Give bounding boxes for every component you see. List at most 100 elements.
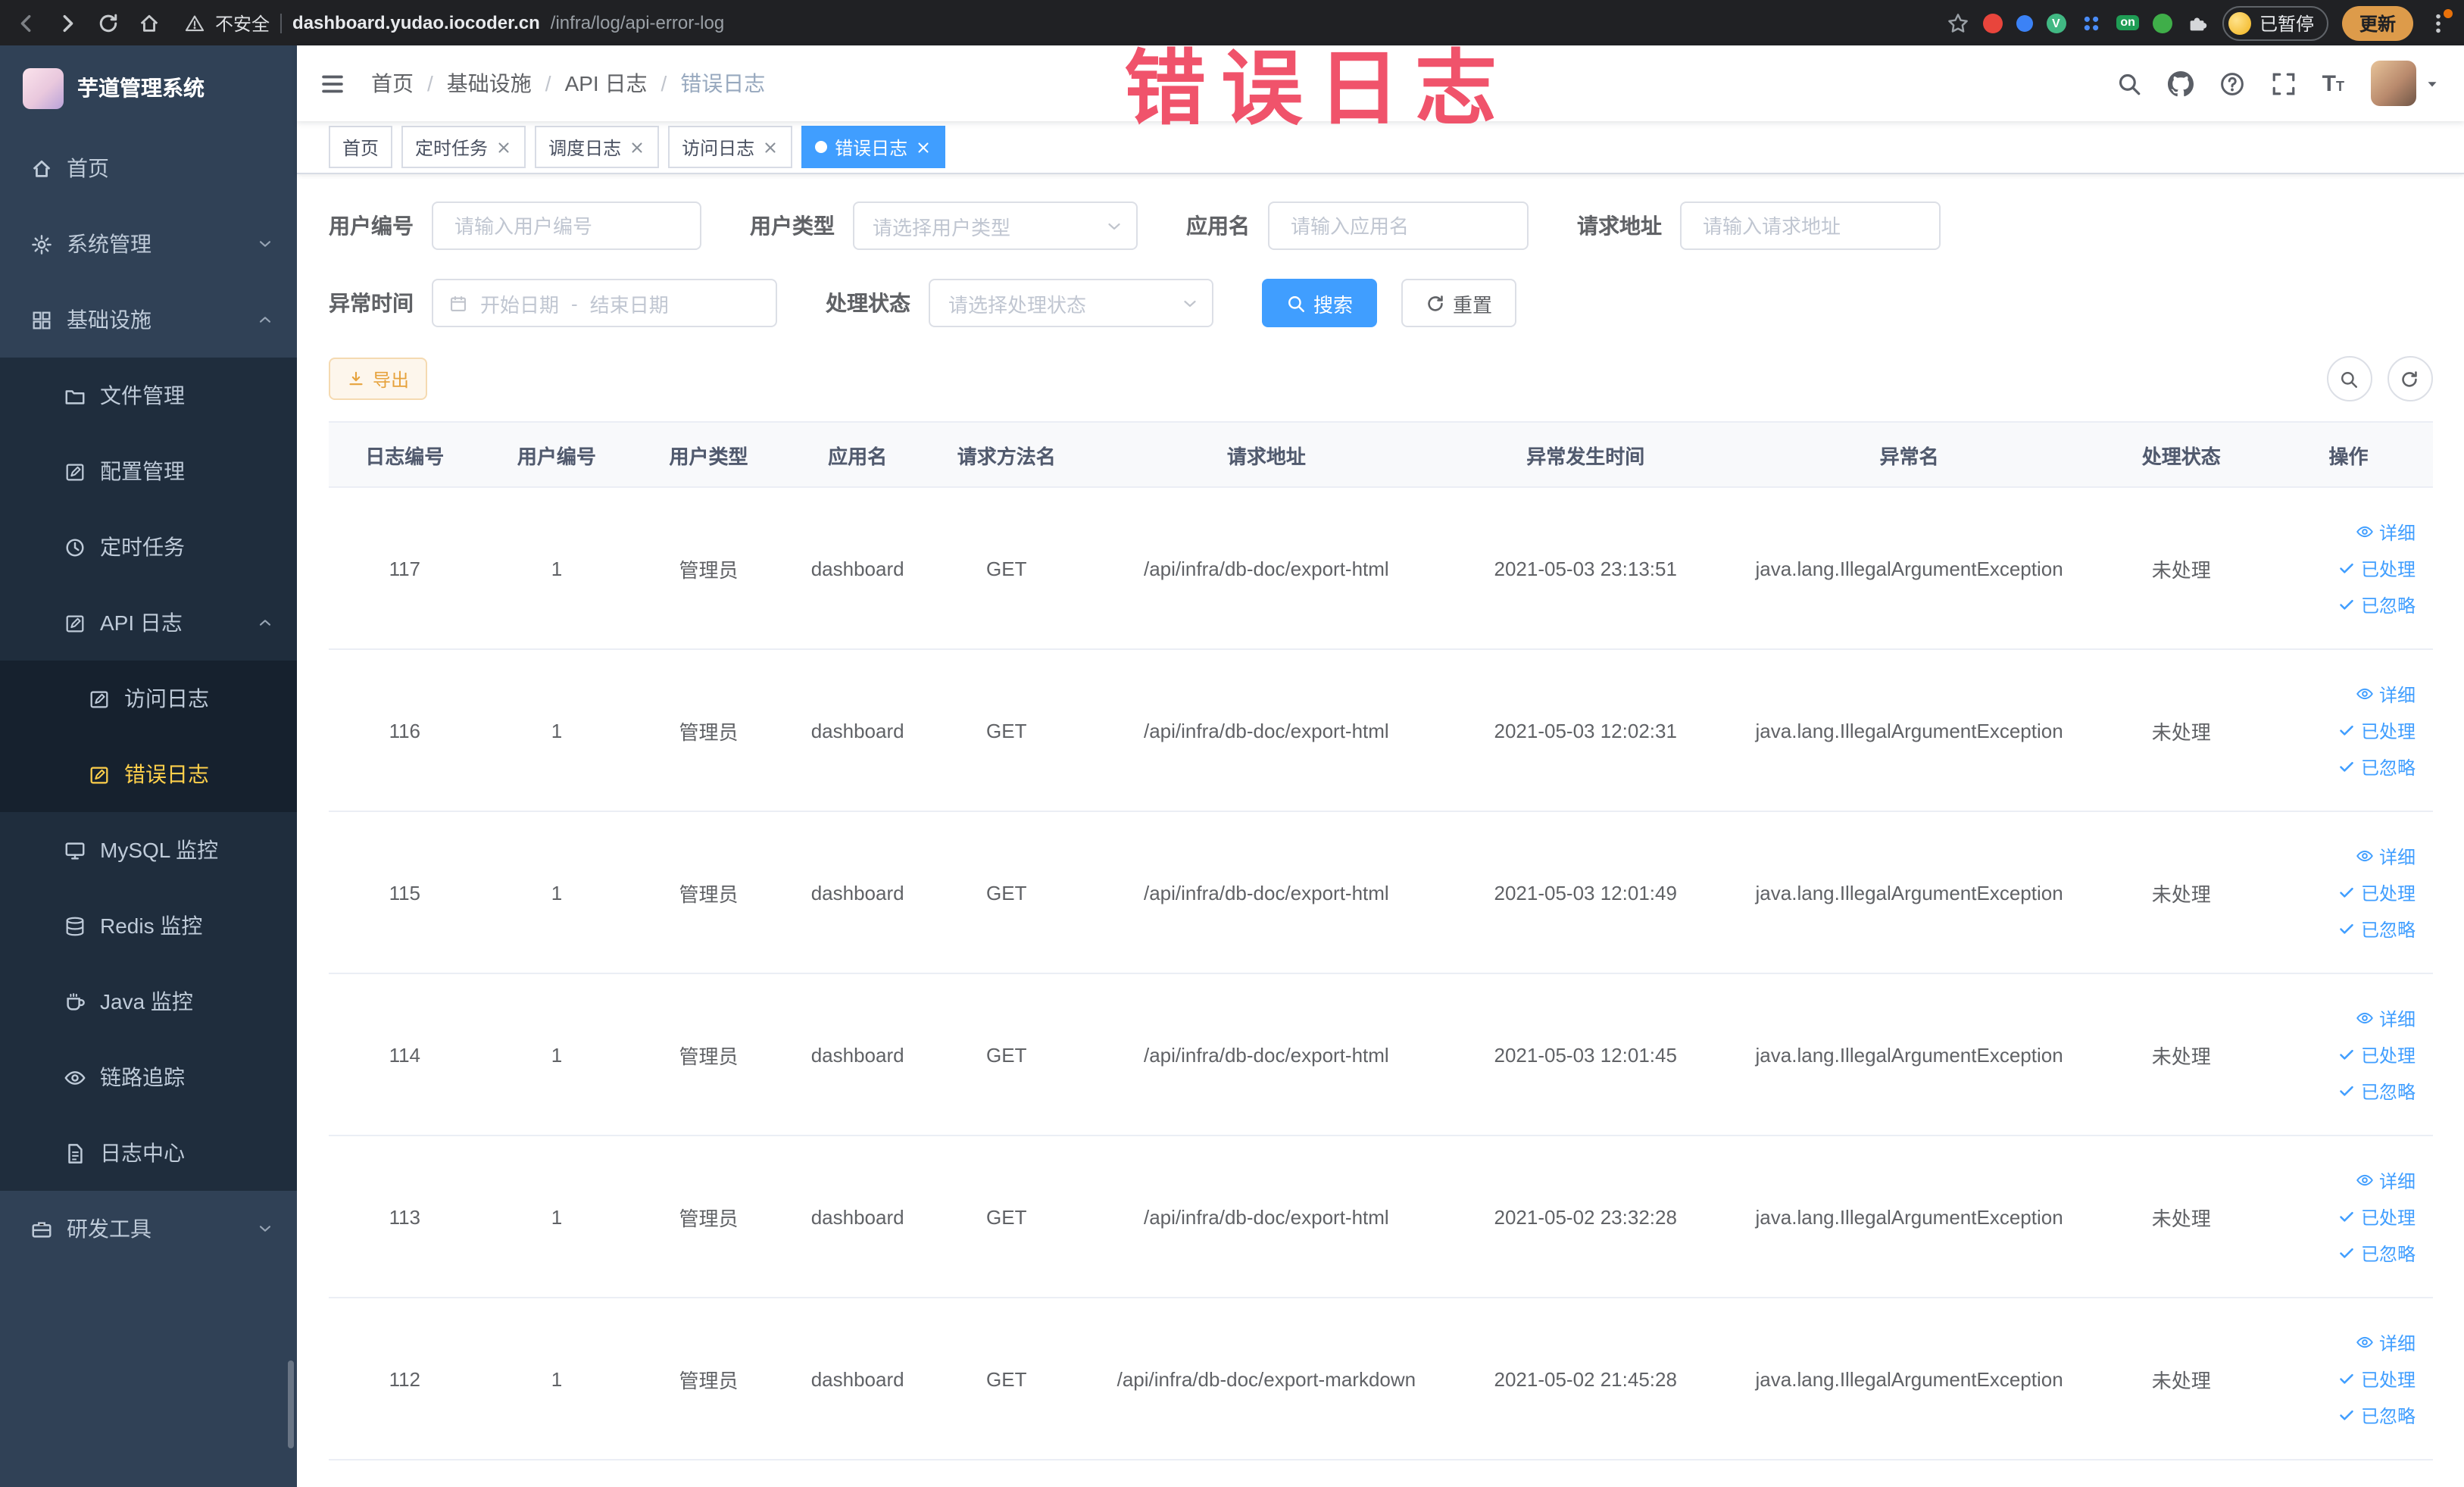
cell-actions: 详细 已处理 已忽略 [2265, 487, 2432, 650]
detail-link[interactable]: 详细 [2356, 843, 2416, 869]
cell-user-type: 管理员 [632, 811, 785, 974]
tab-home[interactable]: 首页 [329, 126, 393, 168]
user-menu[interactable] [2370, 61, 2440, 106]
ignored-link[interactable]: 已忽略 [2338, 1078, 2416, 1104]
user-type-select[interactable]: 请选择用户类型 [853, 201, 1138, 250]
breadcrumb-infrastructure[interactable]: 基础设施 [447, 68, 532, 98]
request-url-input[interactable] [1700, 213, 1921, 239]
ignored-link[interactable]: 已忽略 [2338, 1402, 2416, 1428]
processed-link[interactable]: 已处理 [2338, 879, 2416, 905]
sidebar-logo[interactable]: 芋道管理系统 [0, 45, 297, 130]
extension-on-badge[interactable]: on [2116, 15, 2140, 30]
document-icon [88, 687, 111, 710]
extension-icon-blue[interactable] [2016, 14, 2033, 31]
ignored-link[interactable]: 已忽略 [2338, 592, 2416, 617]
sidebar-item-infrastructure[interactable]: 基础设施 [0, 282, 297, 358]
browser-home-icon[interactable] [138, 11, 161, 34]
sidebar-item-access-log[interactable]: 访问日志 [0, 661, 297, 736]
process-status-select[interactable]: 请选择处理状态 [929, 279, 1213, 327]
sidebar-item-home[interactable]: 首页 [0, 130, 297, 206]
detail-link[interactable]: 详细 [2356, 519, 2416, 545]
export-button-label: 导出 [373, 369, 410, 390]
error-log-table: 日志编号 用户编号 用户类型 应用名 请求方法名 请求地址 异常发生时间 异常名… [329, 421, 2432, 1460]
breadcrumb-home[interactable]: 首页 [371, 68, 414, 98]
chevron-down-icon [256, 235, 274, 253]
chrome-update-button[interactable]: 更新 [2342, 5, 2412, 40]
browser-menu-icon[interactable] [2426, 8, 2452, 34]
breadcrumb-error-log: 错误日志 [680, 71, 766, 95]
close-icon[interactable] [495, 139, 512, 155]
cell-status: 未处理 [2097, 1298, 2266, 1460]
bookmark-star-icon[interactable] [1946, 11, 1969, 34]
sidebar-item-redis-monitor[interactable]: Redis 监控 [0, 888, 297, 964]
header-search-icon[interactable] [2116, 70, 2142, 96]
sidebar-item-scheduled-tasks[interactable]: 定时任务 [0, 509, 297, 585]
ignored-link[interactable]: 已忽略 [2338, 916, 2416, 942]
processed-link[interactable]: 已处理 [2338, 717, 2416, 743]
processed-link[interactable]: 已处理 [2338, 1042, 2416, 1067]
sidebar-item-error-log[interactable]: 错误日志 [0, 736, 297, 812]
browser-back-icon[interactable] [15, 11, 38, 34]
extension-icon-green[interactable] [2153, 13, 2173, 33]
processed-link[interactable]: 已处理 [2338, 555, 2416, 581]
search-button[interactable]: 搜索 [1262, 279, 1378, 327]
help-icon[interactable] [2219, 70, 2245, 96]
cell-exception-time: 2021-05-03 23:13:51 [1450, 487, 1721, 650]
tab-access-log[interactable]: 访问日志 [668, 126, 793, 168]
extension-grid-dots-icon[interactable] [2079, 11, 2102, 34]
font-size-icon[interactable]: TT [2322, 72, 2344, 95]
filter-user-type: 用户类型 请选择用户类型 [750, 201, 1138, 250]
browser-forward-icon[interactable] [56, 11, 79, 34]
tab-scheduled-tasks[interactable]: 定时任务 [401, 126, 526, 168]
refresh-button[interactable] [2387, 356, 2432, 401]
sidebar-item-system-management[interactable]: 系统管理 [0, 206, 297, 282]
app-name-input[interactable] [1288, 213, 1509, 239]
sidebar-item-java-monitor[interactable]: Java 监控 [0, 964, 297, 1039]
export-button[interactable]: 导出 [329, 358, 428, 400]
sidebar-filler [0, 1312, 297, 1487]
filter-label: 应用名 [1186, 214, 1250, 238]
eye-icon [2356, 523, 2375, 541]
processed-link[interactable]: 已处理 [2338, 1204, 2416, 1229]
processed-link[interactable]: 已处理 [2338, 1366, 2416, 1392]
detail-link[interactable]: 详细 [2356, 1167, 2416, 1193]
sidebar-item-mysql-monitor[interactable]: MySQL 监控 [0, 812, 297, 888]
cell-method: GET [930, 1136, 1083, 1298]
detail-link[interactable]: 详细 [2356, 681, 2416, 707]
close-icon[interactable] [629, 139, 645, 155]
fullscreen-icon[interactable] [2271, 70, 2297, 96]
extensions-puzzle-icon[interactable] [2187, 11, 2209, 34]
ignored-link[interactable]: 已忽略 [2338, 754, 2416, 779]
sidebar-item-log-center[interactable]: 日志中心 [0, 1115, 297, 1191]
breadcrumb-api-log[interactable]: API 日志 [565, 68, 648, 98]
cell-method: GET [930, 1298, 1083, 1460]
tab-dispatch-log[interactable]: 调度日志 [535, 126, 660, 168]
address-bar[interactable]: 不安全 dashboard.yudao.iocoder.cn/infra/log… [185, 10, 724, 36]
select-placeholder: 请选择用户类型 [873, 216, 1011, 239]
breadcrumb-separator: / [661, 71, 667, 95]
extension-icon-red[interactable] [1982, 13, 2003, 33]
browser-reload-icon[interactable] [97, 11, 120, 34]
sidebar-item-api-log[interactable]: API 日志 [0, 585, 297, 661]
github-icon[interactable] [2168, 70, 2194, 96]
sidebar-item-dev-tools[interactable]: 研发工具 [0, 1191, 297, 1267]
chevron-down-icon [256, 1220, 274, 1238]
detail-link[interactable]: 详细 [2356, 1329, 2416, 1355]
profile-sync-paused-chip[interactable]: 已暂停 [2222, 5, 2329, 40]
sidebar-item-file-management[interactable]: 文件管理 [0, 358, 297, 433]
vue-devtools-icon[interactable]: V [2046, 13, 2066, 33]
reset-button[interactable]: 重置 [1401, 279, 1517, 327]
detail-link[interactable]: 详细 [2356, 1005, 2416, 1031]
filter-app-name: 应用名 [1186, 201, 1529, 250]
user-id-input[interactable] [451, 213, 682, 239]
close-icon[interactable] [762, 139, 779, 155]
date-range-picker[interactable]: 开始日期 - 结束日期 [432, 279, 777, 327]
hamburger-icon[interactable] [318, 69, 347, 98]
ignored-link[interactable]: 已忽略 [2338, 1240, 2416, 1266]
toggle-search-button[interactable] [2326, 356, 2372, 401]
sidebar-item-config-management[interactable]: 配置管理 [0, 433, 297, 509]
sidebar-scrollbar[interactable] [288, 1360, 294, 1448]
sidebar-item-link-tracing[interactable]: 链路追踪 [0, 1039, 297, 1115]
tab-error-log[interactable]: 错误日志 [801, 126, 946, 168]
close-icon[interactable] [915, 139, 932, 155]
